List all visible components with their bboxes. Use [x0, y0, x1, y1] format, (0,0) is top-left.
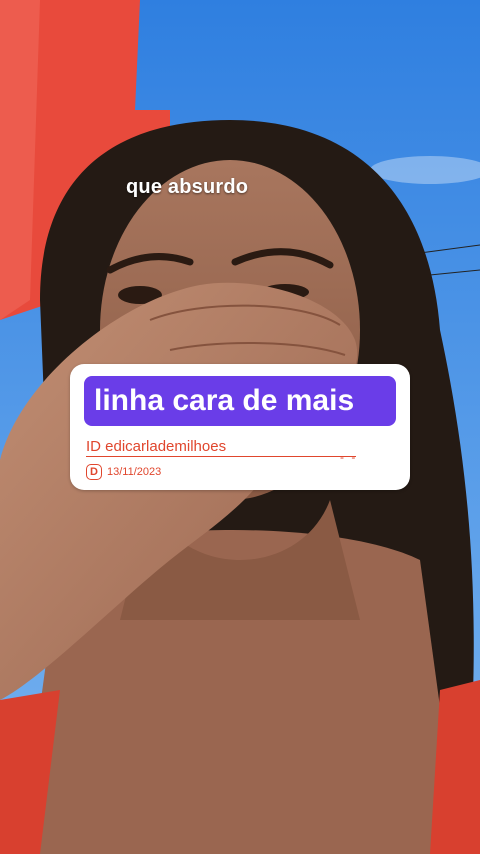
caption-text: que absurdo — [126, 176, 249, 198]
sticker-date-row: D 13/11/2023 — [86, 464, 161, 480]
comment-sticker[interactable]: linha cara de mais ID edicarlademilhoes … — [70, 364, 410, 490]
sticker-dash: - - — [340, 450, 358, 464]
sticker-date: 13/11/2023 — [107, 466, 162, 478]
sticker-username[interactable]: ID edicarlademilhoes — [86, 438, 356, 457]
d-badge-icon: D — [86, 464, 102, 480]
sticker-headline: linha cara de mais — [84, 376, 396, 426]
